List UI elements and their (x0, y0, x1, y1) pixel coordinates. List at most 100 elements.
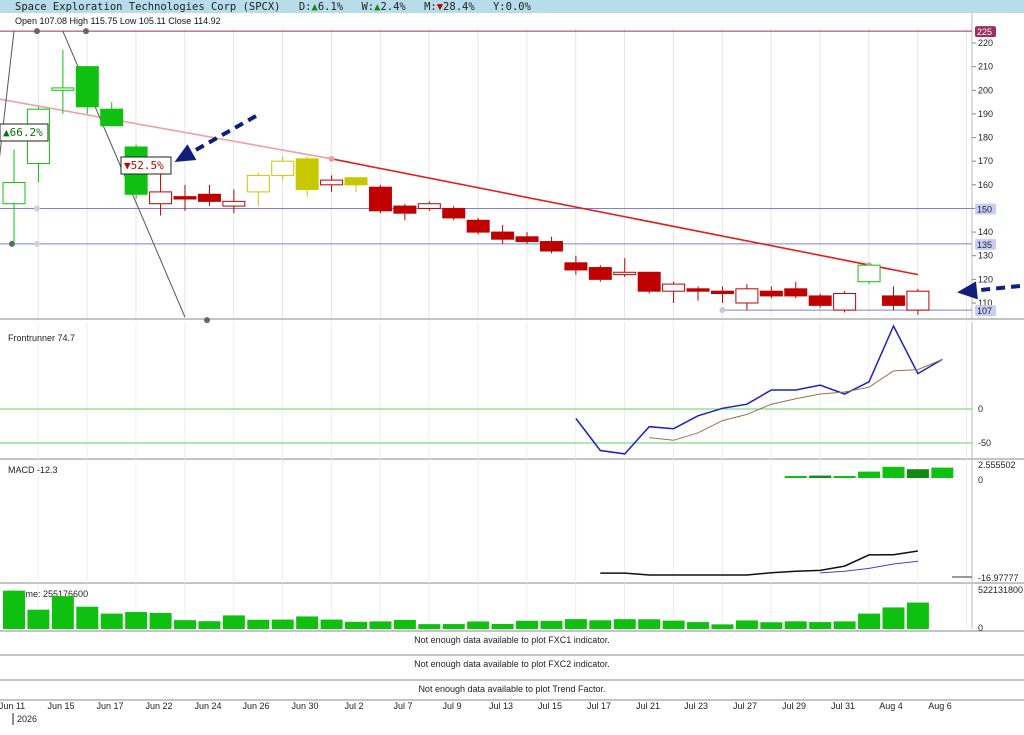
header-text: Space Exploration Technologies Corp (SPC… (15, 1, 532, 13)
candle-body (710, 290, 734, 295)
ohlc-readout: Open 107.08 High 115.75 Low 105.11 Close… (15, 16, 221, 26)
candle-body (100, 108, 124, 127)
candle-body (881, 295, 905, 306)
volume-bar (662, 620, 685, 629)
indicator-message: Not enough data available to plot FXC2 i… (414, 659, 610, 669)
macd-histogram-bar (858, 471, 881, 478)
candle-body (246, 174, 270, 193)
x-axis: Jun 11 Jun 15 Jun 17 Jun 22 Jun 24 Jun 26 Jun … (0, 701, 952, 725)
volume-bar (882, 607, 905, 629)
candle-body (197, 193, 221, 202)
arrow-head (174, 144, 197, 162)
price-tick-label: 190 (978, 109, 993, 119)
candle-body (759, 290, 783, 297)
x-tick-label: Jun 17 (96, 701, 123, 711)
x-tick-label: Aug 6 (928, 701, 952, 711)
volume-bar (345, 621, 368, 629)
fr-tick-label: 0 (978, 404, 983, 414)
price-tick-label: 210 (978, 62, 993, 72)
volume-bar (711, 624, 734, 629)
volume-bar (491, 623, 514, 629)
macd-title: MACD -12.3 (8, 465, 58, 475)
volume-bar (418, 624, 441, 629)
x-tick-label: Jul 13 (489, 701, 513, 711)
trendline-point (83, 28, 89, 35)
volume-bar (589, 620, 612, 629)
x-tick-label: Jul 29 (782, 701, 806, 711)
volume-bar (125, 612, 148, 629)
volume-panel[interactable]: Volume: 255176600 5221318000 (0, 584, 1024, 633)
volume-bar (784, 621, 807, 629)
x-tick-label: Jul 31 (831, 701, 855, 711)
candle-body (393, 205, 417, 214)
volume-bar (833, 621, 856, 629)
macd-histogram-bar (906, 469, 929, 478)
candle-body (735, 288, 759, 304)
candle-body (564, 262, 588, 271)
year-label: 2026 (17, 714, 37, 724)
macd-hist-max-label: 2.555502 (978, 460, 1016, 470)
x-tick-label: Aug 4 (879, 701, 903, 711)
price-tick-label: 140 (978, 227, 993, 237)
chart-title: Space Exploration Technologies Corp (SPC… (15, 1, 281, 13)
volume-bar (271, 619, 294, 629)
volume-bar (76, 606, 99, 629)
candle-body (686, 288, 710, 292)
volume-bar (613, 619, 636, 629)
level-anchor-dot (719, 307, 726, 314)
candle-body (417, 203, 441, 209)
volume-bar (393, 619, 416, 629)
level-badge-label: 107 (977, 306, 992, 316)
pct-box-up: ▲66.2% (0, 123, 49, 142)
price-tick-label: 180 (978, 133, 993, 143)
candle-body (613, 271, 637, 276)
volume-bar (540, 620, 563, 629)
chart-canvas[interactable]: Space Exploration Technologies Corp (SPC… (0, 0, 1024, 735)
volume-bar (809, 622, 832, 629)
macd-line-min-label: -16.97777 (978, 573, 1019, 583)
pct-box-text: ▲66.2% (3, 126, 43, 139)
candle-body (295, 158, 319, 191)
volume-zero-label: 0 (978, 623, 983, 633)
price-panel[interactable]: 1101201301401501601701801902002102202251… (0, 13, 1024, 324)
trendline-point (328, 155, 335, 162)
candle-body (320, 179, 344, 186)
x-tick-label: Jul 23 (684, 701, 708, 711)
candle-body (442, 207, 466, 219)
arrow-head (957, 281, 978, 300)
message-panels: Not enough data available to plot FXC1 i… (0, 635, 1024, 701)
candle-body (808, 295, 832, 306)
candle-body (491, 231, 515, 240)
day-change: 6.1% (318, 1, 344, 13)
indicator-message: Not enough data available to plot FXC1 i… (414, 635, 610, 645)
volume-bar (100, 613, 123, 629)
candle-body (784, 288, 808, 297)
trendline-point (204, 317, 210, 324)
candle-body (637, 271, 661, 292)
candle-body (662, 283, 686, 292)
price-tick-label: 200 (978, 85, 993, 95)
price-tick-label: 220 (978, 38, 993, 48)
frontrunner-panel[interactable]: Frontrunner 74.7 0 -50 (0, 322, 1024, 460)
level-anchor-dot (34, 205, 40, 212)
volume-bar (516, 620, 539, 629)
candle-body (515, 236, 539, 243)
candle-body (906, 290, 930, 311)
volume-bar (51, 596, 74, 629)
indicator-message: Not enough data available to plot Trend … (418, 684, 605, 694)
macd-panel[interactable]: MACD -12.3 2.555502 0 -16.97777 (0, 460, 1024, 584)
volume-bar (564, 619, 587, 629)
x-tick-label: Jun 24 (194, 701, 221, 711)
volume-bar (27, 609, 50, 629)
year-label: Y: (493, 1, 506, 13)
month-change: 28.4% (443, 1, 475, 13)
candle-body (833, 293, 857, 311)
level-badge-label: 150 (977, 204, 992, 214)
x-tick-label: Jun 15 (47, 701, 74, 711)
month-label: M: (424, 1, 437, 13)
level-badge-label: 225 (977, 27, 992, 37)
trendline-point (34, 28, 40, 35)
volume-bar (369, 621, 392, 629)
x-tick-label: Jun 30 (291, 701, 318, 711)
volume-bar (858, 613, 881, 629)
